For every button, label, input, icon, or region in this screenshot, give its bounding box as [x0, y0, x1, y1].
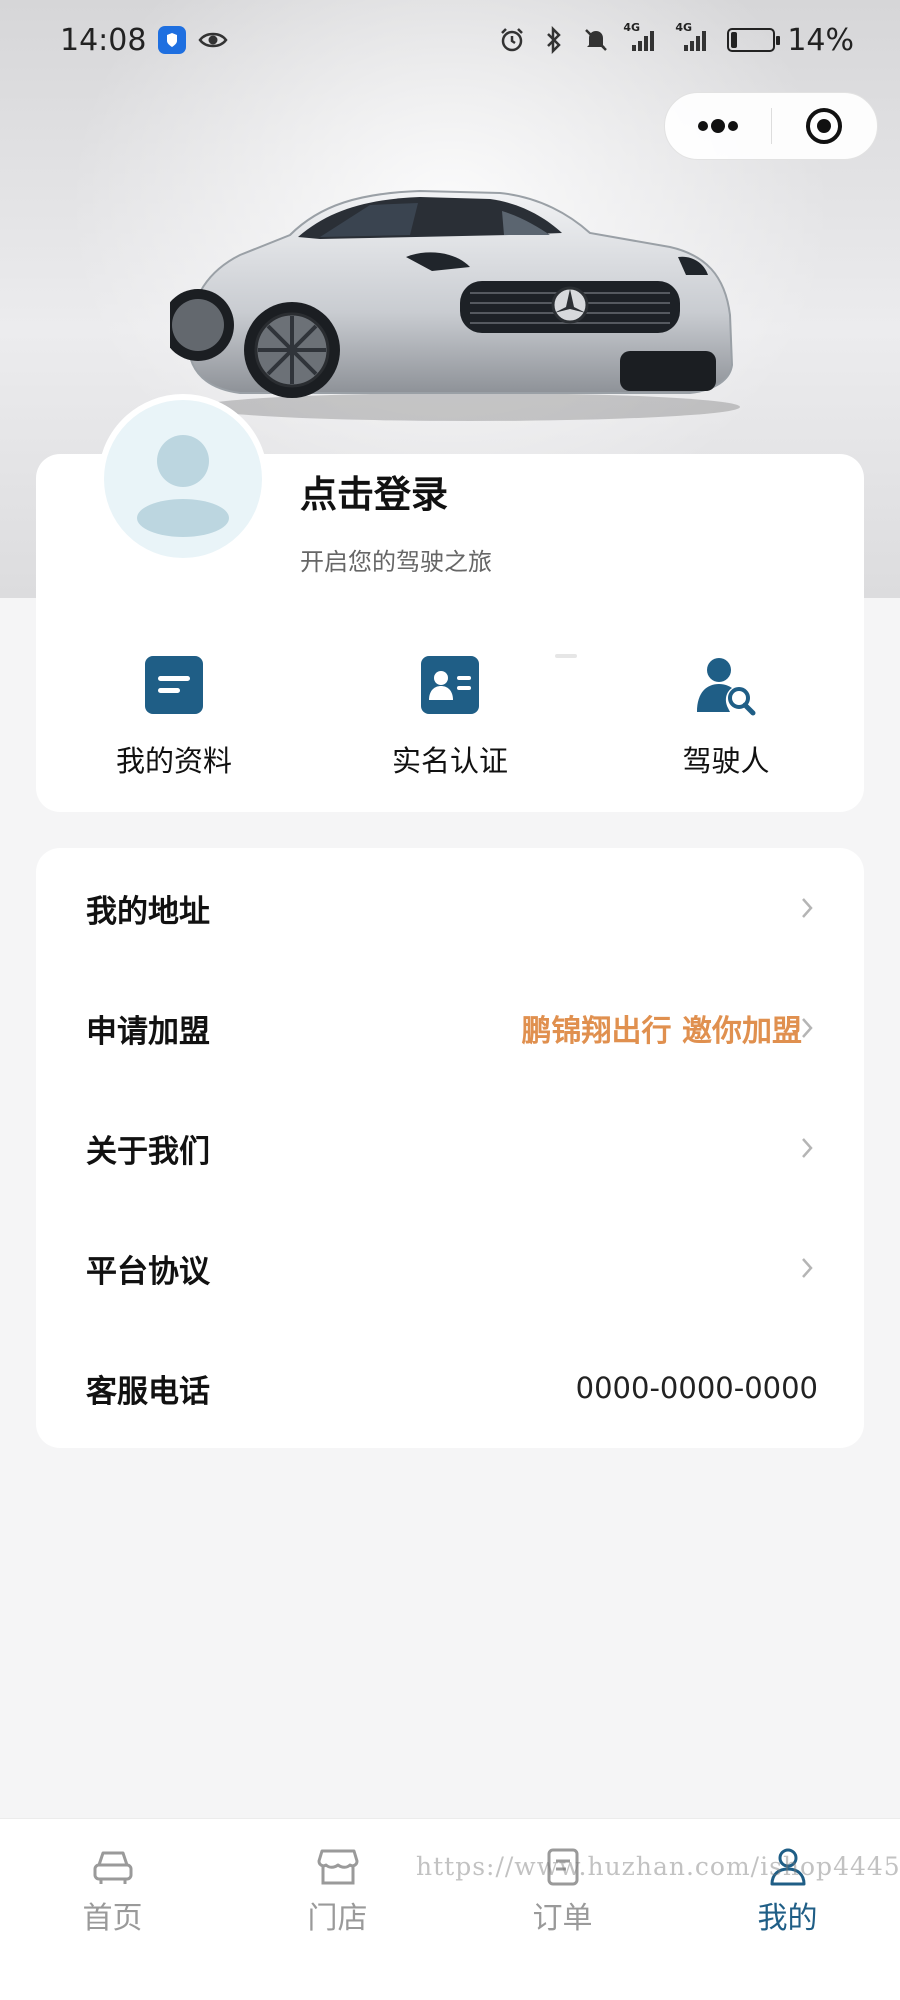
- menu-item-address[interactable]: 我的地址: [36, 848, 864, 968]
- tab-mine[interactable]: 我的: [675, 1819, 900, 2000]
- profile-card: 点击登录 开启您的驾驶之旅 我的资料 实名认证 驾驶人: [36, 394, 864, 812]
- target-close-icon: [806, 108, 843, 144]
- status-bar: 14:08 4G 4G 14%: [0, 0, 900, 80]
- menu-item-label: 平台协议: [86, 1253, 210, 1290]
- bottom-tab-bar: 首页 门店 订单 我的: [0, 1818, 900, 2000]
- join-invite-text: 鹏锦翔出行 邀你加盟: [521, 1014, 802, 1049]
- id-card-icon: [419, 654, 481, 716]
- menu-item-right: [796, 1133, 818, 1163]
- more-button[interactable]: [665, 93, 771, 159]
- menu-item-label: 申请加盟: [86, 1013, 210, 1050]
- bluetooth-icon: [539, 25, 569, 55]
- signal-icon: 4G: [675, 21, 715, 55]
- shortcut-label: 我的资料: [115, 744, 232, 778]
- alarm-icon: [497, 25, 527, 55]
- menu-item-right: 0000-0000-0000: [576, 1371, 818, 1405]
- menu-item-join[interactable]: 申请加盟 鹏锦翔出行 邀你加盟: [36, 968, 864, 1088]
- shortcut-label: 实名认证: [391, 744, 508, 778]
- chevron-right-icon: [796, 1253, 818, 1283]
- menu-card: 我的地址 申请加盟 鹏锦翔出行 邀你加盟 关于我们 平台协议 客服电话 0000…: [36, 848, 864, 1448]
- battery-text: 14%: [787, 22, 854, 58]
- menu-item-about[interactable]: 关于我们: [36, 1088, 864, 1208]
- document-icon: [143, 654, 205, 716]
- tab-store[interactable]: 门店: [225, 1819, 450, 2000]
- driver-search-icon: [695, 654, 757, 716]
- avatar[interactable]: [98, 394, 268, 564]
- eye-icon: [198, 25, 229, 55]
- chevron-right-icon: [796, 1013, 818, 1043]
- status-left: 14:08: [60, 22, 229, 58]
- app-badge-icon: [158, 26, 187, 54]
- menu-item-right: [796, 1253, 818, 1283]
- close-miniprogram-button[interactable]: [772, 93, 878, 159]
- status-time: 14:08: [60, 22, 147, 58]
- tab-home[interactable]: 首页: [0, 1819, 225, 2000]
- chevron-right-icon: [796, 1133, 818, 1163]
- more-dots-icon: [697, 119, 738, 133]
- watermark: https://www.huzhan.com/ishop44453: [416, 1852, 900, 1881]
- shortcut-driver[interactable]: 驾驶人: [588, 654, 864, 780]
- tab-label: 首页: [82, 1901, 143, 1936]
- user-avatar-icon: [137, 435, 229, 537]
- signal-icon: 4G: [623, 21, 663, 55]
- menu-item-label: 我的地址: [86, 893, 210, 930]
- battery-icon: [727, 28, 781, 52]
- tab-label: 我的: [757, 1901, 818, 1936]
- menu-item-agreement[interactable]: 平台协议: [36, 1208, 864, 1328]
- network-type-2: 4G: [675, 21, 692, 34]
- miniprogram-capsule: [664, 92, 878, 160]
- shortcut-my-profile[interactable]: 我的资料: [36, 654, 312, 780]
- battery-level: [731, 32, 738, 48]
- shortcut-real-name-auth[interactable]: 实名认证: [312, 654, 588, 780]
- status-right: 4G 4G 14%: [497, 21, 854, 58]
- service-phone-number: 0000-0000-0000: [575, 1371, 818, 1405]
- menu-item-label: 关于我们: [86, 1133, 210, 1170]
- mute-icon: [581, 25, 611, 55]
- menu-item-right: 鹏锦翔出行 邀你加盟: [522, 1006, 818, 1050]
- car-image: [170, 189, 740, 421]
- tab-orders[interactable]: 订单: [450, 1819, 675, 2000]
- store-icon: [316, 1845, 360, 1889]
- tab-label: 门店: [307, 1901, 368, 1936]
- car-icon: [91, 1845, 135, 1889]
- menu-item-service-phone[interactable]: 客服电话 0000-0000-0000: [36, 1328, 864, 1448]
- shortcut-row: 我的资料 实名认证 驾驶人: [36, 654, 864, 780]
- menu-item-right: [796, 893, 818, 923]
- chevron-right-icon: [796, 893, 818, 923]
- network-type-1: 4G: [623, 21, 640, 34]
- login-title[interactable]: 点击登录: [300, 464, 448, 518]
- login-subtitle: 开启您的驾驶之旅: [300, 548, 492, 576]
- menu-item-label: 客服电话: [86, 1373, 210, 1410]
- shortcut-label: 驾驶人: [682, 744, 770, 778]
- tab-label: 订单: [532, 1901, 593, 1936]
